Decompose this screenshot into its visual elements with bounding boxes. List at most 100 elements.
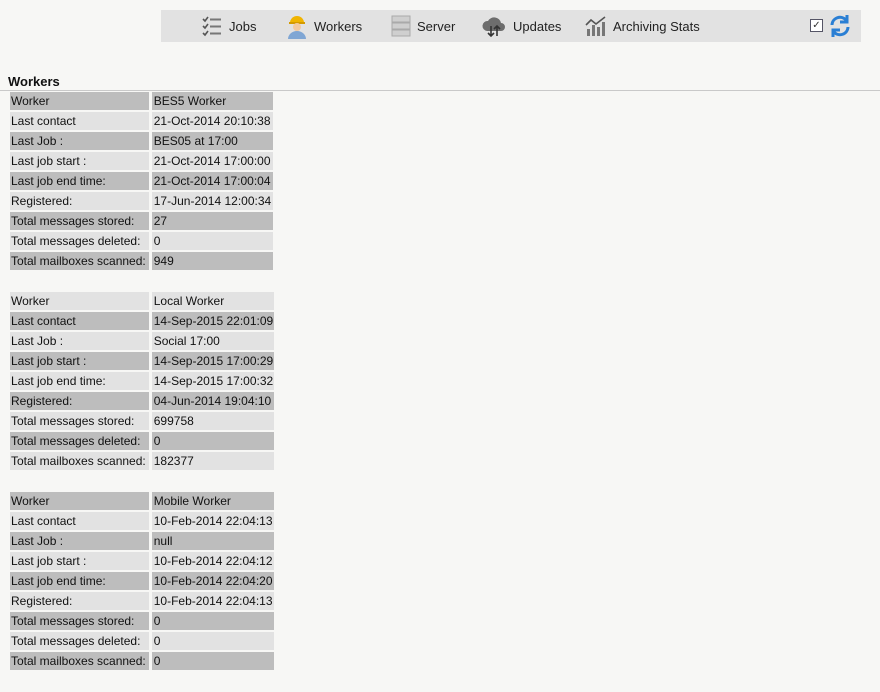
- worker-table: Worker BES5 Worker Last contact 21-Oct-2014…: [10, 92, 273, 272]
- worker-field-label: Total mailboxes scanned:: [10, 452, 152, 472]
- worker-field-value: 14-Sep-2015 17:00:29: [151, 352, 275, 372]
- server-icon: [391, 15, 411, 37]
- worker-field-value: 21-Oct-2014 17:00:04: [151, 172, 273, 192]
- worker-field-label: Last job end time:: [10, 172, 152, 192]
- worker-field-value: 0: [151, 632, 274, 652]
- worker-row: Registered: 04-Jun-2014 19:04:10: [10, 392, 275, 412]
- worker-field-label: Registered:: [10, 192, 152, 212]
- workers-list: Worker BES5 Worker Last contact 21-Oct-2014…: [10, 92, 275, 692]
- worker-field-label: Last Job :: [10, 532, 152, 552]
- worker-field-label: Total messages deleted:: [10, 632, 152, 652]
- page-title: Workers: [8, 74, 60, 89]
- worker-field-label: Last contact: [10, 312, 152, 332]
- worker-table: Worker Mobile Worker Last contact 10-Feb-20…: [10, 492, 274, 672]
- worker-field-value: 14-Sep-2015 17:00:32: [151, 372, 275, 392]
- worker-field-value: 0: [151, 652, 274, 672]
- worker-field-value: 21-Oct-2014 17:00:00: [151, 152, 273, 172]
- worker-row: Last job start :10-Feb-2014 22:04:12: [10, 552, 274, 572]
- toolbar-server[interactable]: Server: [391, 10, 455, 42]
- toolbar-archiving-stats-label: Archiving Stats: [613, 18, 700, 34]
- worker-row: Total messages deleted: 0: [10, 632, 274, 652]
- worker-field-label: Total messages deleted:: [10, 232, 152, 252]
- worker-row: Last contact 21-Oct-2014 20:10:38: [10, 112, 273, 132]
- worker-field-label: Last job start :: [10, 352, 152, 372]
- worker-row: Last Job : null: [10, 532, 274, 552]
- worker-icon: [288, 16, 306, 39]
- worker-row: Total messages stored: 0: [10, 612, 274, 632]
- worker-field-label: Last Job :: [10, 132, 152, 152]
- worker-field-value: 182377: [151, 452, 275, 472]
- worker-field-label: Last job start :: [10, 152, 152, 172]
- refresh-button[interactable]: [827, 13, 853, 42]
- worker-row: Worker Local Worker: [10, 292, 275, 312]
- worker-row: Total messages deleted: 0: [10, 232, 273, 252]
- worker-row: Total mailboxes scanned: 949: [10, 252, 273, 272]
- worker-field-value: 14-Sep-2015 22:01:09: [151, 312, 275, 332]
- worker-row: Last job start :14-Sep-2015 17:00:29: [10, 352, 275, 372]
- worker-field-label: Total messages stored:: [10, 212, 152, 232]
- toolbar-workers[interactable]: Workers: [286, 10, 362, 42]
- toolbar-archiving-stats[interactable]: Archiving Stats: [585, 10, 700, 42]
- worker-row: Last contact 14-Sep-2015 22:01:09: [10, 312, 275, 332]
- worker-field-value: 949: [151, 252, 273, 272]
- worker-field-value: 10-Feb-2014 22:04:20: [151, 572, 274, 592]
- top-toolbar: Jobs Workers Server Updates Archiving St…: [161, 10, 861, 42]
- worker-row: Last job start :21-Oct-2014 17:00:00: [10, 152, 273, 172]
- cloud-updates-icon: [482, 17, 505, 38]
- toolbar-jobs-label: Jobs: [229, 18, 257, 34]
- toolbar-jobs[interactable]: Jobs: [201, 10, 256, 42]
- worker-field-value: Local Worker: [151, 292, 275, 312]
- worker-field-value: null: [151, 532, 274, 552]
- auto-refresh-checkbox[interactable]: ✓: [810, 19, 823, 32]
- worker-field-label: Last job end time:: [10, 572, 152, 592]
- worker-table: Worker Local Worker Last contact 14-Sep-201…: [10, 292, 275, 472]
- worker-row: Last job end time: 21-Oct-2014 17:00:04: [10, 172, 273, 192]
- worker-field-label: Worker: [10, 92, 152, 112]
- worker-field-label: Last job start :: [10, 552, 152, 572]
- divider: [0, 90, 880, 91]
- worker-field-value: 10-Feb-2014 22:04:13: [151, 512, 274, 532]
- toolbar-updates[interactable]: Updates: [481, 10, 561, 42]
- worker-row: Worker Mobile Worker: [10, 492, 274, 512]
- worker-field-value: Mobile Worker: [151, 492, 274, 512]
- stats-icon: [585, 16, 606, 36]
- worker-field-value: 10-Feb-2014 22:04:12: [151, 552, 274, 572]
- worker-row: Registered: 10-Feb-2014 22:04:13: [10, 592, 274, 612]
- worker-field-label: Last contact: [10, 512, 152, 532]
- worker-field-label: Registered:: [10, 592, 152, 612]
- worker-row: Last Job : BES05 at 17:00: [10, 132, 273, 152]
- worker-field-value: 21-Oct-2014 20:10:38: [151, 112, 273, 132]
- worker-field-label: Total mailboxes scanned:: [10, 652, 152, 672]
- checklist-icon: [202, 16, 221, 37]
- worker-field-label: Total mailboxes scanned:: [10, 252, 152, 272]
- toolbar-workers-label: Workers: [314, 18, 363, 34]
- worker-field-value: 0: [151, 612, 274, 632]
- worker-field-label: Worker: [10, 292, 152, 312]
- worker-field-value: 04-Jun-2014 19:04:10: [151, 392, 275, 412]
- worker-field-value: 699758: [151, 412, 275, 432]
- worker-row: Last job end time: 10-Feb-2014 22:04:20: [10, 572, 274, 592]
- worker-row: Total mailboxes scanned: 182377: [10, 452, 275, 472]
- worker-field-value: Social 17:00: [151, 332, 275, 352]
- worker-field-label: Last Job :: [10, 332, 152, 352]
- worker-field-value: 0: [151, 232, 273, 252]
- worker-row: Total messages deleted: 0: [10, 432, 275, 452]
- worker-row: Registered: 17-Jun-2014 12:00:34: [10, 192, 273, 212]
- worker-field-label: Last contact: [10, 112, 152, 132]
- toolbar-updates-label: Updates: [513, 18, 562, 34]
- worker-field-label: Worker: [10, 492, 152, 512]
- worker-row: Last job end time: 14-Sep-2015 17:00:32: [10, 372, 275, 392]
- worker-field-label: Last job end time:: [10, 372, 152, 392]
- worker-row: Total mailboxes scanned: 0: [10, 652, 274, 672]
- toolbar-server-label: Server: [417, 18, 456, 34]
- worker-field-label: Total messages stored:: [10, 412, 152, 432]
- worker-field-label: Total messages stored:: [10, 612, 152, 632]
- worker-row: Worker BES5 Worker: [10, 92, 273, 112]
- worker-field-value: BES5 Worker: [151, 92, 273, 112]
- refresh-icon: [830, 15, 850, 37]
- worker-field-value: 27: [151, 212, 273, 232]
- worker-row: Last Job : Social 17:00: [10, 332, 275, 352]
- worker-row: Total messages stored: 699758: [10, 412, 275, 432]
- worker-field-label: Total messages deleted:: [10, 432, 152, 452]
- worker-field-label: Registered:: [10, 392, 152, 412]
